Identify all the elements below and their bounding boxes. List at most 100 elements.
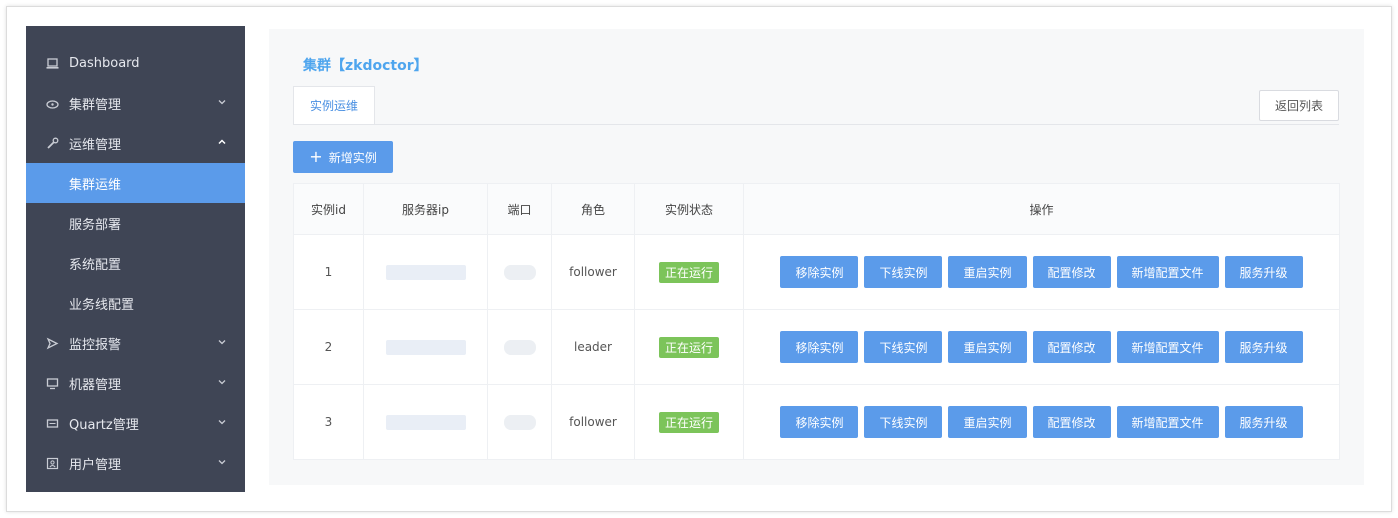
- plus-icon: +: [309, 147, 323, 166]
- table-row: 1 follower 正在运行 移除实例 下线实例 重启实例 配置修改 新增配置…: [293, 234, 1340, 310]
- sidebar-item-system-config[interactable]: 系统配置: [26, 243, 245, 283]
- column-header-port: 端口: [487, 183, 552, 235]
- offline-instance-button[interactable]: 下线实例: [864, 331, 943, 363]
- status-badge: 正在运行: [658, 411, 719, 433]
- modify-config-button[interactable]: 配置修改: [1032, 406, 1111, 438]
- sidebar-item-ops-management[interactable]: 运维管理: [26, 123, 245, 163]
- table-row: 3 follower 正在运行 移除实例 下线实例 重启实例 配置修改 新增配置…: [293, 384, 1340, 460]
- sidebar-item-dashboard[interactable]: Dashboard: [26, 43, 245, 83]
- page-title: 集群【zkdoctor】: [303, 58, 428, 74]
- actions-cell: 移除实例 下线实例 重启实例 配置修改 新增配置文件 服务升级: [743, 309, 1340, 385]
- user-card-icon: [46, 457, 59, 470]
- redacted-ip: [385, 264, 466, 280]
- instance-id-cell: 2: [293, 309, 364, 385]
- status-badge: 正在运行: [658, 336, 719, 358]
- add-config-file-button[interactable]: 新增配置文件: [1116, 256, 1219, 288]
- restart-instance-button[interactable]: 重启实例: [948, 331, 1027, 363]
- column-header-instance-id: 实例id: [293, 183, 364, 235]
- sidebar-item-label: 集群运维: [69, 177, 122, 193]
- actions-cell: 移除实例 下线实例 重启实例 配置修改 新增配置文件 服务升级: [743, 234, 1340, 310]
- sidebar-item-service-deploy[interactable]: 服务部署: [26, 203, 245, 243]
- actions-cell: 移除实例 下线实例 重启实例 配置修改 新增配置文件 服务升级: [743, 384, 1340, 460]
- status-badge: 正在运行: [658, 261, 719, 283]
- upgrade-service-button[interactable]: 服务升级: [1224, 256, 1303, 288]
- laptop-icon: [46, 57, 59, 70]
- sidebar-item-label: 运维管理: [69, 137, 122, 153]
- remove-instance-button[interactable]: 移除实例: [780, 331, 859, 363]
- remove-instance-button[interactable]: 移除实例: [780, 406, 859, 438]
- sidebar-item-machine-management[interactable]: 机器管理: [26, 363, 245, 403]
- instance-table: 实例id 服务器ip 端口 角色 实例状态 操作 1 follower 正在运行…: [293, 183, 1340, 460]
- offline-instance-button[interactable]: 下线实例: [864, 406, 943, 438]
- chevron-down-icon: [217, 456, 227, 466]
- add-config-file-button[interactable]: 新增配置文件: [1116, 331, 1219, 363]
- server-ip-cell: [363, 309, 488, 385]
- sidebar-item-label: 服务部署: [69, 217, 122, 233]
- main-panel: 集群【zkdoctor】 实例运维 返回列表 + 新增实例 实例id 服务器ip…: [269, 29, 1364, 485]
- upgrade-service-button[interactable]: 服务升级: [1224, 331, 1303, 363]
- port-cell: [487, 309, 552, 385]
- sidebar-item-label: 机器管理: [69, 377, 122, 393]
- cloud-icon: [46, 97, 59, 110]
- add-instance-button[interactable]: + 新增实例: [293, 141, 393, 173]
- send-icon: [46, 337, 59, 350]
- column-header-role: 角色: [551, 183, 635, 235]
- chevron-down-icon: [217, 336, 227, 346]
- chevron-down-icon: [217, 416, 227, 426]
- sidebar-item-quartz-management[interactable]: Quartz管理: [26, 403, 245, 443]
- modify-config-button[interactable]: 配置修改: [1032, 331, 1111, 363]
- server-ip-cell: [363, 234, 488, 310]
- redacted-port: [503, 414, 536, 430]
- role-cell: follower: [551, 384, 635, 460]
- remove-instance-button[interactable]: 移除实例: [780, 256, 859, 288]
- sidebar-item-cluster-ops[interactable]: 集群运维: [26, 163, 245, 203]
- instance-id-cell: 1: [293, 234, 364, 310]
- chevron-down-icon: [217, 376, 227, 386]
- sidebar: Dashboard 集群管理 运维管理 集群运维 服务部署 系统配置 业务线配置: [26, 26, 245, 492]
- column-header-status: 实例状态: [634, 183, 744, 235]
- port-cell: [487, 234, 552, 310]
- upgrade-service-button[interactable]: 服务升级: [1224, 406, 1303, 438]
- column-header-actions: 操作: [743, 183, 1340, 235]
- sidebar-item-label: 系统配置: [69, 257, 122, 273]
- sidebar-item-label: Dashboard: [69, 55, 140, 71]
- redacted-port: [503, 264, 536, 280]
- table-row: 2 leader 正在运行 移除实例 下线实例 重启实例 配置修改 新增配置文件…: [293, 309, 1340, 385]
- column-header-server-ip: 服务器ip: [363, 183, 488, 235]
- redacted-ip: [385, 339, 466, 355]
- sidebar-item-label: Quartz管理: [69, 417, 139, 433]
- instance-id-cell: 3: [293, 384, 364, 460]
- port-cell: [487, 384, 552, 460]
- back-to-list-button[interactable]: 返回列表: [1259, 90, 1339, 121]
- sidebar-item-label: 集群管理: [69, 97, 122, 113]
- sidebar-item-label: 监控报警: [69, 337, 122, 353]
- chevron-up-icon: [217, 136, 227, 146]
- status-cell: 正在运行: [634, 234, 744, 310]
- redacted-ip: [385, 414, 466, 430]
- wrench-icon: [46, 137, 59, 150]
- sidebar-item-cluster-management[interactable]: 集群管理: [26, 83, 245, 123]
- add-instance-label: 新增实例: [328, 150, 377, 165]
- add-config-file-button[interactable]: 新增配置文件: [1116, 406, 1219, 438]
- sidebar-item-monitor-alarm[interactable]: 监控报警: [26, 323, 245, 363]
- server-ip-cell: [363, 384, 488, 460]
- monitor-icon: [46, 377, 59, 390]
- status-cell: 正在运行: [634, 384, 744, 460]
- restart-instance-button[interactable]: 重启实例: [948, 406, 1027, 438]
- offline-instance-button[interactable]: 下线实例: [864, 256, 943, 288]
- sidebar-item-business-config[interactable]: 业务线配置: [26, 283, 245, 323]
- table-header-row: 实例id 服务器ip 端口 角色 实例状态 操作: [293, 183, 1340, 235]
- chevron-down-icon: [217, 96, 227, 106]
- calendar-icon: [46, 417, 59, 430]
- restart-instance-button[interactable]: 重启实例: [948, 256, 1027, 288]
- tab-instance-ops[interactable]: 实例运维: [293, 86, 375, 125]
- tab-divider: [293, 124, 1339, 125]
- role-cell: leader: [551, 309, 635, 385]
- sidebar-item-user-management[interactable]: 用户管理: [26, 443, 245, 483]
- sidebar-item-label: 用户管理: [69, 457, 122, 473]
- status-cell: 正在运行: [634, 309, 744, 385]
- modify-config-button[interactable]: 配置修改: [1032, 256, 1111, 288]
- redacted-port: [503, 339, 536, 355]
- sidebar-item-label: 业务线配置: [69, 297, 135, 313]
- role-cell: follower: [551, 234, 635, 310]
